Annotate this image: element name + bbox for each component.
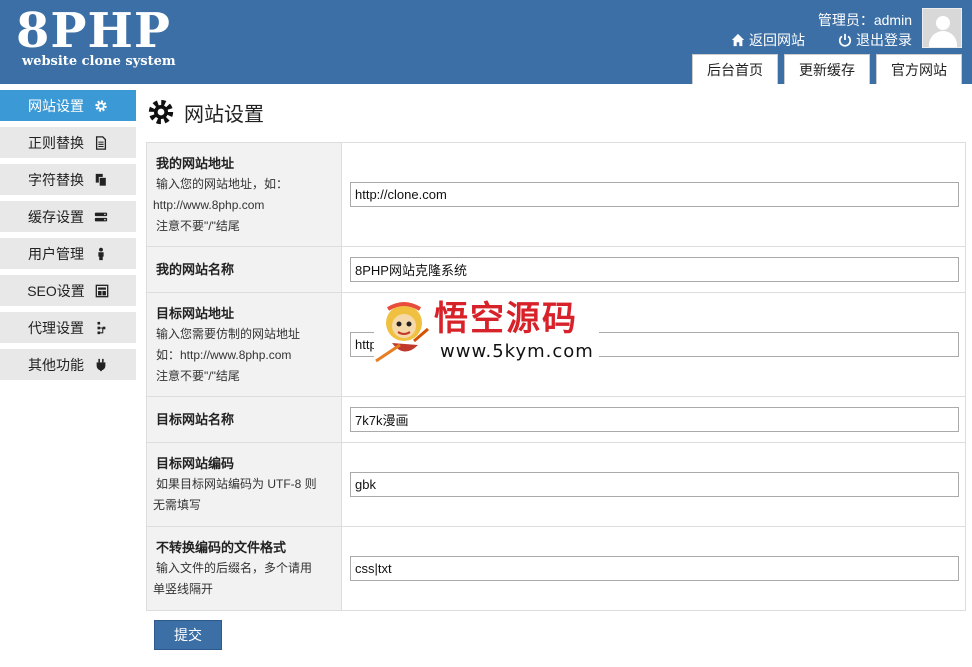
field-hint: 如：http://www.8php.com — [156, 347, 292, 362]
back-to-site-label: 返回网站 — [749, 32, 805, 48]
my-site-name-input[interactable] — [350, 257, 959, 282]
form-row-target-site-encoding: 目标网站编码 如果目标网站编码为 UTF-8 则 无需填写 — [146, 442, 966, 527]
form-row-my-site-url: 我的网站地址 输入您的网站地址，如： http://www.8php.com 注… — [146, 142, 966, 247]
page-title-text: 网站设置 — [184, 103, 264, 126]
field-hint: 输入文件的后缀名，多个请用 — [156, 561, 313, 575]
monkey-mascot-icon — [375, 302, 429, 363]
logout-label: 退出登录 — [856, 32, 912, 48]
home-icon — [731, 33, 745, 47]
form-label-cell: 目标网站编码 如果目标网站编码为 UTF-8 则 无需填写 — [146, 442, 342, 527]
submit-button[interactable]: 提交 — [154, 620, 222, 650]
form-field-cell — [341, 142, 966, 247]
my-site-url-input[interactable] — [350, 182, 959, 207]
power-icon — [838, 33, 852, 47]
logo-main-text: 8PHP — [16, 3, 171, 59]
form-row-target-site-name: 目标网站名称 — [146, 396, 966, 443]
form-row-my-site-name: 我的网站名称 — [146, 246, 966, 293]
form-label-cell: 目标网站地址 输入您需要仿制的网站地址 如：http://www.8php.co… — [146, 292, 342, 397]
gear-icon — [148, 99, 174, 125]
field-hint: 如果目标网站编码为 UTF-8 则 — [156, 477, 317, 491]
watermark-url: www.5kym.com — [440, 341, 594, 362]
watermark-title: 悟空源码 — [434, 299, 578, 339]
main-content: 网站设置 我的网站地址 输入您的网站地址，如： http://www.8php.… — [146, 92, 966, 650]
tab-official-site[interactable]: 官方网站 — [876, 54, 962, 84]
document-icon — [94, 135, 108, 150]
field-title: 不转换编码的文件格式 — [156, 540, 287, 555]
avatar[interactable] — [922, 8, 962, 48]
tab-update-cache[interactable]: 更新缓存 — [784, 54, 870, 84]
database-icon — [94, 210, 108, 224]
form-field-cell — [341, 442, 966, 527]
sidebar-item-label: 其他功能 — [28, 356, 84, 373]
sidebar-item-label: 字符替换 — [28, 171, 84, 188]
form-field-cell — [341, 246, 966, 293]
sidebar-item-label: SEO设置 — [27, 282, 85, 299]
logout-link[interactable]: 退出登录 — [838, 30, 912, 50]
layout-icon — [95, 284, 109, 298]
field-hint: 注意不要"/"结尾 — [156, 368, 240, 383]
back-to-site-link[interactable]: 返回网站 — [731, 30, 805, 50]
sidebar-item-label: 网站设置 — [28, 97, 84, 114]
sitemap-icon — [94, 321, 108, 335]
field-title: 目标网站地址 — [156, 305, 235, 321]
field-hint: 注意不要"/"结尾 — [156, 218, 240, 233]
sidebar-item-other-functions[interactable]: 其他功能 — [0, 349, 136, 380]
logo[interactable]: 8PHP website clone system — [16, 6, 176, 69]
field-title: 我的网站地址 — [156, 155, 235, 171]
sidebar-item-label: 正则替换 — [28, 134, 84, 151]
gear-icon — [94, 99, 108, 113]
field-hint: 无需填写 — [153, 498, 202, 512]
field-hint: 输入您需要仿制的网站地址 — [156, 326, 301, 341]
user-icon — [94, 247, 108, 261]
admin-label: 管理员：admin — [817, 12, 912, 28]
sidebar-item-site-settings[interactable]: 网站设置 — [0, 90, 136, 121]
form-field-cell — [341, 396, 966, 443]
field-title: 目标网站编码 — [156, 456, 235, 471]
form-label-cell: 我的网站地址 输入您的网站地址，如： http://www.8php.com 注… — [146, 142, 342, 247]
target-site-name-input[interactable] — [350, 407, 959, 432]
field-hint: 单竖线隔开 — [153, 582, 214, 596]
sidebar-item-seo-settings[interactable]: SEO设置 — [0, 275, 136, 306]
copy-icon — [94, 173, 108, 187]
field-hint: http://www.8php.com — [153, 197, 265, 212]
page-title: 网站设置 — [146, 92, 966, 132]
form-label-cell: 不转换编码的文件格式 输入文件的后缀名，多个请用 单竖线隔开 — [146, 526, 342, 611]
sidebar-item-label: 用户管理 — [28, 245, 84, 262]
sidebar-item-proxy-settings[interactable]: 代理设置 — [0, 312, 136, 343]
form-row-no-convert-formats: 不转换编码的文件格式 输入文件的后缀名，多个请用 单竖线隔开 — [146, 526, 966, 611]
field-title: 目标网站名称 — [156, 412, 235, 427]
plug-icon — [94, 358, 108, 372]
sidebar-item-label: 缓存设置 — [28, 208, 84, 225]
sidebar-item-user-management[interactable]: 用户管理 — [0, 238, 136, 269]
settings-form: 我的网站地址 输入您的网站地址，如： http://www.8php.com 注… — [146, 142, 966, 611]
sidebar-item-string-replace[interactable]: 字符替换 — [0, 164, 136, 195]
sidebar: 网站设置 正则替换 字符替换 缓存设置 用户管理 SEO设置 代理设置 其他功能 — [0, 90, 136, 386]
logo-sub-text: website clone system — [22, 54, 176, 69]
field-hint: 输入您的网站地址，如： — [156, 176, 289, 191]
watermark-overlay: 悟空源码 www.5kym.com — [374, 297, 599, 367]
header-bar: 8PHP website clone system 管理员：admin 返回网站… — [0, 0, 972, 84]
form-field-cell — [341, 526, 966, 611]
sidebar-item-regex-replace[interactable]: 正则替换 — [0, 127, 136, 158]
top-tabs: 后台首页 更新缓存 官方网站 — [692, 54, 962, 84]
sidebar-item-label: 代理设置 — [28, 319, 84, 336]
form-label-cell: 我的网站名称 — [146, 246, 342, 293]
tab-dashboard[interactable]: 后台首页 — [692, 54, 778, 84]
target-site-encoding-input[interactable] — [350, 472, 959, 497]
field-title: 我的网站名称 — [156, 262, 235, 277]
no-convert-formats-input[interactable] — [350, 556, 959, 581]
form-label-cell: 目标网站名称 — [146, 396, 342, 443]
sidebar-item-cache-settings[interactable]: 缓存设置 — [0, 201, 136, 232]
